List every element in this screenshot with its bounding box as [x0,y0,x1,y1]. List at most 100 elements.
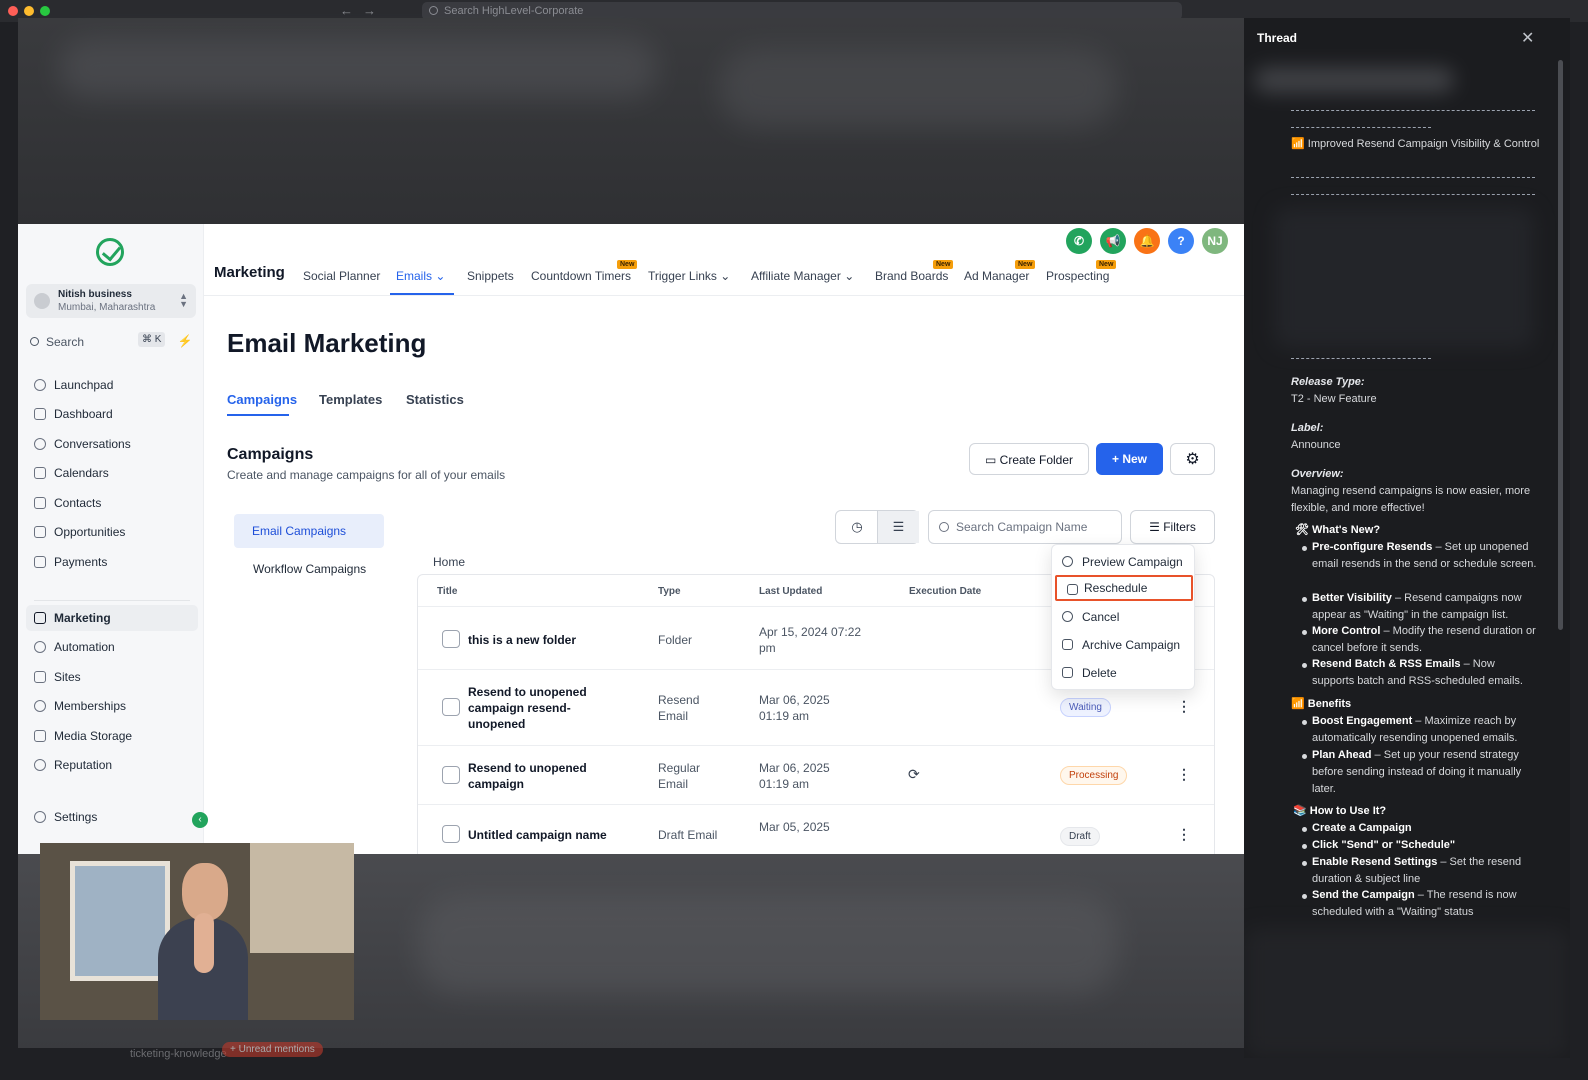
list-icon[interactable]: ☰ [877,511,919,543]
more-options-icon[interactable]: ⋮ [1177,698,1191,715]
megaphone-icon[interactable]: 📢 [1100,228,1126,254]
menu-item-cancel[interactable]: Cancel [1052,604,1196,630]
sidebar-item-reputation[interactable]: Reputation [26,752,198,778]
table-row-title[interactable]: Untitled campaign name [468,827,638,843]
benefit-item: Boost Engagement – Maximize reach by aut… [1312,713,1540,747]
wrench-icon: 🛠 [1295,524,1309,536]
close-icon[interactable]: ✕ [1521,28,1534,48]
bell-icon[interactable]: 🔔 [1134,228,1160,254]
sidebar-item-conversations[interactable]: Conversations [26,431,198,457]
phone-icon[interactable]: ✆ [1066,228,1092,254]
item-bold: More Control [1312,625,1381,637]
divider [1291,194,1535,195]
menu-item-reschedule[interactable]: Reschedule [1055,575,1193,601]
book-icon: 📚 [1293,805,1307,817]
scrollbar[interactable] [1558,60,1563,630]
sidebar-item-label: Launchpad [54,378,114,392]
tab-campaigns[interactable]: Campaigns [227,392,297,407]
sidebar-item-marketing[interactable]: Marketing [26,605,198,631]
new-button-label: New [1122,452,1148,466]
unread-mentions-badge[interactable]: + Unread mentions [222,1042,323,1057]
row-actions-menu: Preview Campaign Reschedule Cancel Archi… [1051,544,1195,690]
sidebar-item-payments[interactable]: Payments [26,549,198,575]
table-row-title[interactable]: this is a new folder [468,632,638,648]
menu-item-delete[interactable]: Delete [1052,660,1196,686]
tab-countdown-timers[interactable]: Countdown Timers [531,269,631,283]
item-bold: Send the Campaign [1312,889,1415,901]
minimize-window-icon[interactable] [24,6,34,16]
nav-workflow-campaigns[interactable]: Workflow Campaigns [253,562,366,576]
sidebar-item-sites[interactable]: Sites [26,664,198,690]
calendar-icon [34,467,46,479]
user-avatar[interactable]: NJ [1202,228,1228,254]
pipeline-icon [34,526,46,538]
status-badge: Waiting [1060,698,1111,717]
tab-snippets[interactable]: Snippets [467,269,514,283]
collapse-sidebar-button[interactable]: ‹ [192,812,208,828]
blurred-backdrop [18,18,1258,224]
create-folder-button[interactable]: ▭ Create Folder [969,443,1089,475]
close-window-icon[interactable] [8,6,18,16]
sidebar-item-automation[interactable]: Automation [26,634,198,660]
menu-item-label: Delete [1082,666,1117,680]
tab-emails[interactable]: Emails ⌄ [396,269,445,283]
rocket-icon [34,379,46,391]
help-icon[interactable]: ? [1168,228,1194,254]
sidebar-item-dashboard[interactable]: Dashboard [26,401,198,427]
table-row-title[interactable]: Resend to unopened campaign [468,760,608,792]
campaign-search-input[interactable]: Search Campaign Name [928,510,1122,544]
tab-social-planner[interactable]: Social Planner [303,269,380,283]
sidebar-item-contacts[interactable]: Contacts [26,490,198,516]
sidebar-item-label: Memberships [54,699,127,713]
nav-email-campaigns[interactable]: Email Campaigns [234,514,384,548]
search-icon [429,6,438,15]
back-forward-icon[interactable]: ←→ [340,3,386,18]
blurred-content [1244,928,1570,1058]
settings-gear-button[interactable]: ⚙ [1170,443,1215,475]
send-icon [34,612,46,624]
bolt-icon[interactable]: ⚡ [174,330,196,352]
maximize-window-icon[interactable] [40,6,50,16]
sidebar-item-media-storage[interactable]: Media Storage [26,723,198,749]
bullet [1302,844,1307,849]
tab-ad-manager[interactable]: Ad Manager [964,269,1029,283]
tab-affiliate-manager[interactable]: Affiliate Manager ⌄ [751,269,854,283]
bullet [1302,630,1307,635]
campaigns-tab-underline [227,414,289,416]
tab-statistics[interactable]: Statistics [406,392,464,407]
tab-prospecting[interactable]: Prospecting [1046,269,1109,283]
sidebar-item-label: Automation [54,640,115,654]
sidebar-item-memberships[interactable]: Memberships [26,693,198,719]
sidebar-search-label: Search [46,335,85,349]
edit-icon [442,825,460,843]
tab-templates[interactable]: Templates [319,392,382,407]
sidebar-item-calendars[interactable]: Calendars [26,460,198,486]
sidebar-item-label: Opportunities [54,525,126,539]
item-bold: Better Visibility [1312,592,1392,604]
table-row-title[interactable]: Resend to unopened campaign resend-unope… [468,684,608,732]
tab-brand-boards[interactable]: Brand Boards [875,269,948,283]
tab-trigger-links[interactable]: Trigger Links ⌄ [648,269,730,283]
whats-new-text: What's New? [1312,524,1381,536]
more-options-icon[interactable]: ⋮ [1177,766,1191,783]
membership-icon [34,700,46,712]
more-options-icon[interactable]: ⋮ [1177,826,1191,843]
how-to-item: Enable Resend Settings – Set the resend … [1312,854,1540,888]
chart-emoji-icon: 📶 [1291,698,1305,710]
menu-item-preview-campaign[interactable]: Preview Campaign [1052,549,1196,575]
account-switcher[interactable]: Nitish business Mumbai, Maharashtra ▲ ▼ [26,284,196,318]
clock-icon[interactable]: ◷ [836,511,878,543]
sidebar-item-label: Conversations [54,437,131,451]
filter-icon: ☰ [1149,520,1160,534]
table-row-updated: Mar 06, 2025 01:19 am [759,761,830,791]
sidebar-item-settings[interactable]: Settings [26,804,198,830]
column-header: Last Updated [759,586,823,597]
new-button[interactable]: + New [1096,443,1163,475]
sidebar-item-opportunities[interactable]: Opportunities [26,519,198,545]
gear-icon [34,811,46,823]
tab-trigger-links-label: Trigger Links [648,269,717,283]
sidebar-item-launchpad[interactable]: Launchpad [26,372,198,398]
filters-button[interactable]: ☰ Filters [1130,510,1215,544]
menu-item-archive-campaign[interactable]: Archive Campaign [1052,632,1196,658]
breadcrumb[interactable]: Home [433,555,465,569]
